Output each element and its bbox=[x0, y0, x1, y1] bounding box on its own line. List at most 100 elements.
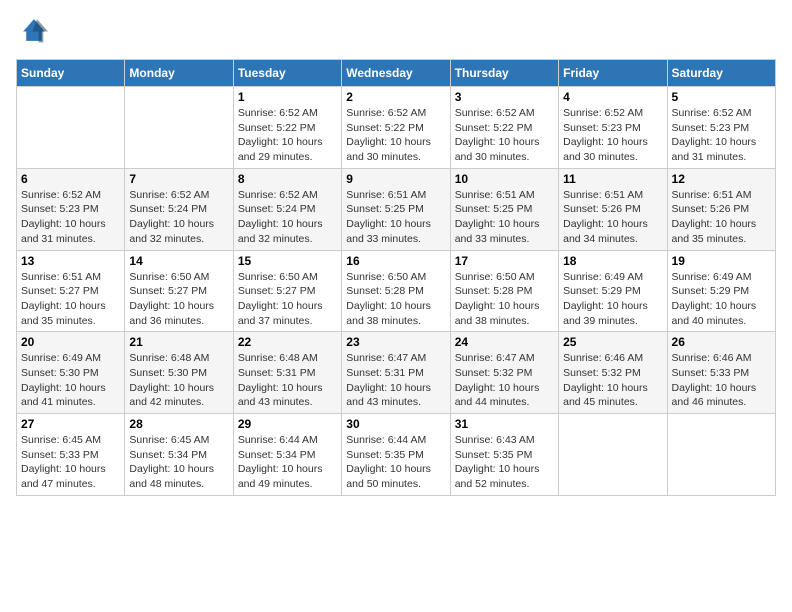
day-detail: Sunrise: 6:52 AMSunset: 5:24 PMDaylight:… bbox=[238, 188, 337, 247]
calendar-cell bbox=[17, 87, 125, 169]
day-detail: Sunrise: 6:46 AMSunset: 5:33 PMDaylight:… bbox=[672, 351, 771, 410]
column-header-saturday: Saturday bbox=[667, 60, 775, 87]
day-number: 23 bbox=[346, 335, 445, 349]
calendar-cell: 21 Sunrise: 6:48 AMSunset: 5:30 PMDayligh… bbox=[125, 332, 233, 414]
day-number: 6 bbox=[21, 172, 120, 186]
day-detail: Sunrise: 6:52 AMSunset: 5:22 PMDaylight:… bbox=[346, 106, 445, 165]
day-detail: Sunrise: 6:48 AMSunset: 5:30 PMDaylight:… bbox=[129, 351, 228, 410]
day-number: 30 bbox=[346, 417, 445, 431]
column-header-friday: Friday bbox=[559, 60, 667, 87]
calendar-cell: 5Sunrise: 6:52 AMSunset: 5:23 PMDaylight… bbox=[667, 87, 775, 169]
calendar-cell: 27 Sunrise: 6:45 AMSunset: 5:33 PMDayligh… bbox=[17, 414, 125, 496]
day-number: 1 bbox=[238, 90, 337, 104]
day-number: 24 bbox=[455, 335, 554, 349]
calendar-cell: 20 Sunrise: 6:49 AMSunset: 5:30 PMDayligh… bbox=[17, 332, 125, 414]
day-detail: Sunrise: 6:51 AMSunset: 5:26 PMDaylight:… bbox=[563, 188, 662, 247]
day-detail: Sunrise: 6:52 AMSunset: 5:24 PMDaylight:… bbox=[129, 188, 228, 247]
day-number: 26 bbox=[672, 335, 771, 349]
day-detail: Sunrise: 6:52 AMSunset: 5:23 PMDaylight:… bbox=[563, 106, 662, 165]
header bbox=[16, 16, 776, 49]
calendar-cell: 24 Sunrise: 6:47 AMSunset: 5:32 PMDayligh… bbox=[450, 332, 558, 414]
day-detail: Sunrise: 6:44 AMSunset: 5:34 PMDaylight:… bbox=[238, 433, 337, 492]
day-detail: Sunrise: 6:43 AMSunset: 5:35 PMDaylight:… bbox=[455, 433, 554, 492]
day-number: 17 bbox=[455, 254, 554, 268]
day-number: 31 bbox=[455, 417, 554, 431]
day-detail: Sunrise: 6:51 AMSunset: 5:25 PMDaylight:… bbox=[346, 188, 445, 247]
calendar-week-row: 13 Sunrise: 6:51 AMSunset: 5:27 PMDayligh… bbox=[17, 250, 776, 332]
day-number: 25 bbox=[563, 335, 662, 349]
calendar-week-row: 20 Sunrise: 6:49 AMSunset: 5:30 PMDayligh… bbox=[17, 332, 776, 414]
calendar-cell: 8 Sunrise: 6:52 AMSunset: 5:24 PMDaylight… bbox=[233, 168, 341, 250]
calendar-cell bbox=[559, 414, 667, 496]
column-header-monday: Monday bbox=[125, 60, 233, 87]
day-number: 13 bbox=[21, 254, 120, 268]
day-detail: Sunrise: 6:52 AMSunset: 5:23 PMDaylight:… bbox=[21, 188, 120, 247]
day-detail: Sunrise: 6:46 AMSunset: 5:32 PMDaylight:… bbox=[563, 351, 662, 410]
day-number: 20 bbox=[21, 335, 120, 349]
calendar-cell: 28 Sunrise: 6:45 AMSunset: 5:34 PMDayligh… bbox=[125, 414, 233, 496]
day-number: 29 bbox=[238, 417, 337, 431]
day-detail: Sunrise: 6:44 AMSunset: 5:35 PMDaylight:… bbox=[346, 433, 445, 492]
calendar-cell: 4 Sunrise: 6:52 AMSunset: 5:23 PMDaylight… bbox=[559, 87, 667, 169]
day-number: 21 bbox=[129, 335, 228, 349]
calendar-cell: 7 Sunrise: 6:52 AMSunset: 5:24 PMDaylight… bbox=[125, 168, 233, 250]
logo bbox=[16, 16, 48, 49]
calendar-cell: 18 Sunrise: 6:49 AMSunset: 5:29 PMDayligh… bbox=[559, 250, 667, 332]
column-header-thursday: Thursday bbox=[450, 60, 558, 87]
day-number: 4 bbox=[563, 90, 662, 104]
calendar-cell: 3Sunrise: 6:52 AMSunset: 5:22 PMDaylight… bbox=[450, 87, 558, 169]
day-detail: Sunrise: 6:51 AMSunset: 5:27 PMDaylight:… bbox=[21, 270, 120, 329]
calendar-cell: 9 Sunrise: 6:51 AMSunset: 5:25 PMDaylight… bbox=[342, 168, 450, 250]
day-detail: Sunrise: 6:51 AMSunset: 5:26 PMDaylight:… bbox=[672, 188, 771, 247]
calendar-week-row: 1 Sunrise: 6:52 AMSunset: 5:22 PMDaylight… bbox=[17, 87, 776, 169]
day-detail: Sunrise: 6:45 AMSunset: 5:34 PMDaylight:… bbox=[129, 433, 228, 492]
day-detail: Sunrise: 6:50 AMSunset: 5:28 PMDaylight:… bbox=[346, 270, 445, 329]
calendar-cell: 23 Sunrise: 6:47 AMSunset: 5:31 PMDayligh… bbox=[342, 332, 450, 414]
day-detail: Sunrise: 6:49 AMSunset: 5:29 PMDaylight:… bbox=[672, 270, 771, 329]
calendar-cell: 25 Sunrise: 6:46 AMSunset: 5:32 PMDayligh… bbox=[559, 332, 667, 414]
day-number: 8 bbox=[238, 172, 337, 186]
logo-icon bbox=[20, 16, 48, 44]
day-number: 10 bbox=[455, 172, 554, 186]
day-detail: Sunrise: 6:51 AMSunset: 5:25 PMDaylight:… bbox=[455, 188, 554, 247]
calendar-cell: 17 Sunrise: 6:50 AMSunset: 5:28 PMDayligh… bbox=[450, 250, 558, 332]
day-number: 3 bbox=[455, 90, 554, 104]
calendar-week-row: 6 Sunrise: 6:52 AMSunset: 5:23 PMDaylight… bbox=[17, 168, 776, 250]
day-detail: Sunrise: 6:50 AMSunset: 5:28 PMDaylight:… bbox=[455, 270, 554, 329]
calendar-cell: 12 Sunrise: 6:51 AMSunset: 5:26 PMDayligh… bbox=[667, 168, 775, 250]
calendar-cell: 11 Sunrise: 6:51 AMSunset: 5:26 PMDayligh… bbox=[559, 168, 667, 250]
day-detail: Sunrise: 6:50 AMSunset: 5:27 PMDaylight:… bbox=[238, 270, 337, 329]
calendar-cell: 26 Sunrise: 6:46 AMSunset: 5:33 PMDayligh… bbox=[667, 332, 775, 414]
calendar: SundayMondayTuesdayWednesdayThursdayFrid… bbox=[16, 59, 776, 496]
day-number: 18 bbox=[563, 254, 662, 268]
calendar-cell: 15 Sunrise: 6:50 AMSunset: 5:27 PMDayligh… bbox=[233, 250, 341, 332]
day-number: 11 bbox=[563, 172, 662, 186]
calendar-week-row: 27 Sunrise: 6:45 AMSunset: 5:33 PMDayligh… bbox=[17, 414, 776, 496]
day-number: 22 bbox=[238, 335, 337, 349]
calendar-cell: 2Sunrise: 6:52 AMSunset: 5:22 PMDaylight… bbox=[342, 87, 450, 169]
calendar-cell: 31 Sunrise: 6:43 AMSunset: 5:35 PMDayligh… bbox=[450, 414, 558, 496]
day-number: 5 bbox=[672, 90, 771, 104]
day-detail: Sunrise: 6:45 AMSunset: 5:33 PMDaylight:… bbox=[21, 433, 120, 492]
calendar-cell: 1 Sunrise: 6:52 AMSunset: 5:22 PMDaylight… bbox=[233, 87, 341, 169]
day-number: 7 bbox=[129, 172, 228, 186]
calendar-cell: 16 Sunrise: 6:50 AMSunset: 5:28 PMDayligh… bbox=[342, 250, 450, 332]
day-detail: Sunrise: 6:47 AMSunset: 5:32 PMDaylight:… bbox=[455, 351, 554, 410]
day-number: 27 bbox=[21, 417, 120, 431]
day-detail: Sunrise: 6:49 AMSunset: 5:30 PMDaylight:… bbox=[21, 351, 120, 410]
day-number: 12 bbox=[672, 172, 771, 186]
column-header-wednesday: Wednesday bbox=[342, 60, 450, 87]
day-detail: Sunrise: 6:49 AMSunset: 5:29 PMDaylight:… bbox=[563, 270, 662, 329]
day-detail: Sunrise: 6:52 AMSunset: 5:22 PMDaylight:… bbox=[238, 106, 337, 165]
calendar-cell: 14Sunrise: 6:50 AMSunset: 5:27 PMDayligh… bbox=[125, 250, 233, 332]
day-number: 9 bbox=[346, 172, 445, 186]
calendar-cell: 13 Sunrise: 6:51 AMSunset: 5:27 PMDayligh… bbox=[17, 250, 125, 332]
calendar-header-row: SundayMondayTuesdayWednesdayThursdayFrid… bbox=[17, 60, 776, 87]
calendar-cell: 19Sunrise: 6:49 AMSunset: 5:29 PMDayligh… bbox=[667, 250, 775, 332]
day-number: 15 bbox=[238, 254, 337, 268]
day-detail: Sunrise: 6:47 AMSunset: 5:31 PMDaylight:… bbox=[346, 351, 445, 410]
day-number: 16 bbox=[346, 254, 445, 268]
calendar-cell: 30 Sunrise: 6:44 AMSunset: 5:35 PMDayligh… bbox=[342, 414, 450, 496]
day-number: 28 bbox=[129, 417, 228, 431]
calendar-cell bbox=[667, 414, 775, 496]
